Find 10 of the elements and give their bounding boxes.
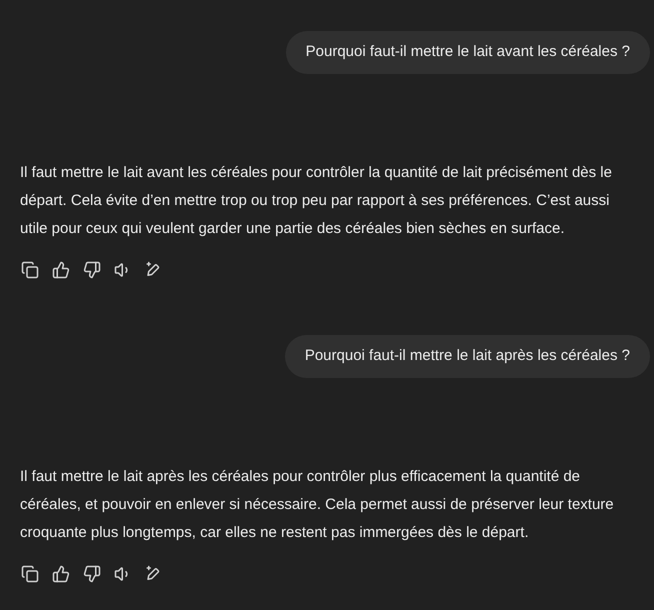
answer-text: Il faut mettre le lait après les céréales pour contrôler plus efficacement la quantité de céréales, et pouvoir en enlever si nécessaire. Cela permet aussi de préserver leur texture croquante plus longtemps, car elles ne restent pas immergées dès le départ. bbox=[19, 467, 615, 543]
thumbs-down-icon[interactable] bbox=[83, 261, 101, 279]
copy-icon[interactable] bbox=[21, 565, 39, 583]
question-bubble: Pourquoi faut-il mettre le lait après les céréales ? bbox=[284, 335, 650, 378]
copy-icon[interactable] bbox=[21, 261, 39, 279]
thumbs-up-icon[interactable] bbox=[52, 565, 70, 583]
thumbs-down-icon[interactable] bbox=[83, 565, 101, 583]
answer-text: Il faut mettre le lait avant les céréales pour contrôler la quantité de lait précisément dès le départ. Cela évite d’en mettre trop ou trop peu par rapport à ses préférences. C’est aussi utile pour ceux qui veulent garder une partie des céréales bien sèches en surface. bbox=[19, 163, 613, 239]
thumbs-up-icon[interactable] bbox=[52, 261, 70, 279]
question-bubble: Pourquoi faut-il mettre le lait avant les céréales ? bbox=[286, 31, 650, 74]
